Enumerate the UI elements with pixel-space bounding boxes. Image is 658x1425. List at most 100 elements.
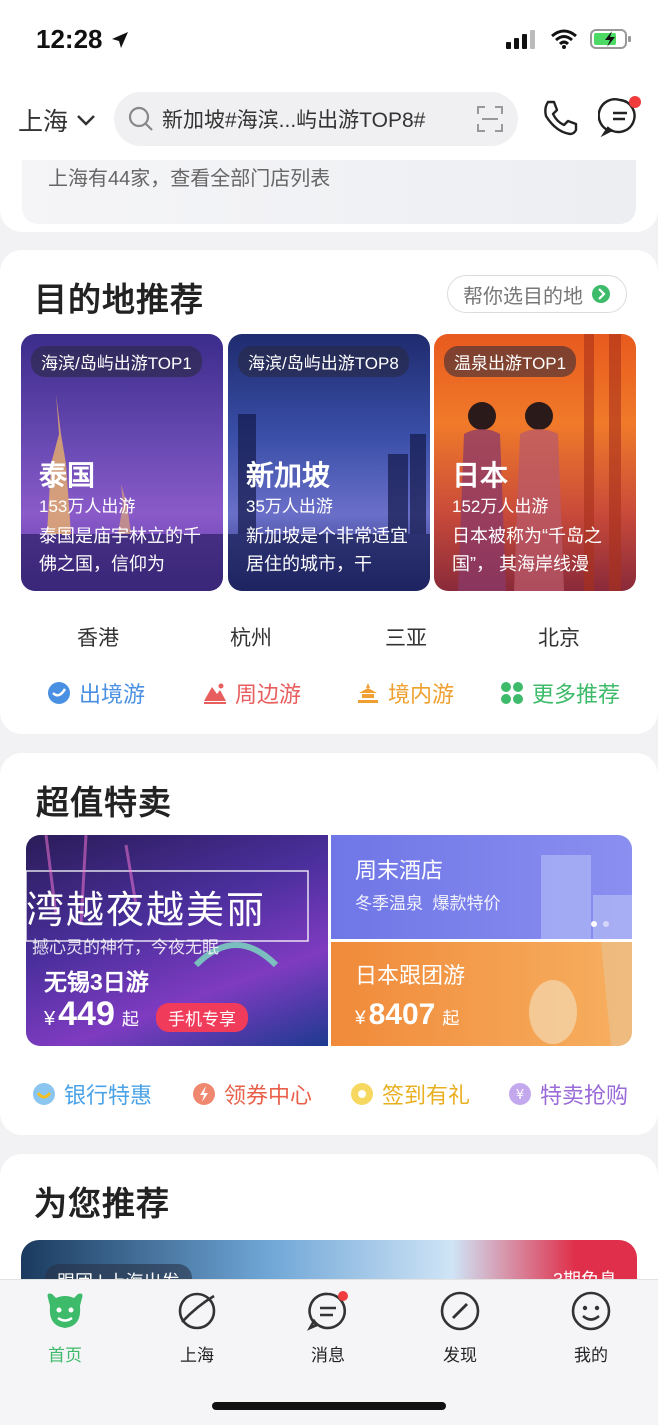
destination-description: 新加坡是个非常适宜居住的城市，干 [246,526,408,574]
tab-profile[interactable]: 我的 [551,1288,631,1366]
city-tab-sanya[interactable]: 三亚 [356,622,456,652]
category-more-recommendations[interactable]: 更多推荐 [500,677,620,709]
destinations-title: 目的地推荐 [34,281,204,318]
destination-count: 152万人出游 [452,497,549,516]
category-label: 周边游 [235,682,302,707]
compass-icon [440,1291,480,1331]
perk-label: 签到有礼 [382,1083,471,1108]
deal-tour-name: 日本跟团游 [355,963,466,988]
status-time: 12:28 [36,24,129,55]
mobile-exclusive-badge: 手机专享 [156,1003,248,1032]
deal-overlay-title: 湾越夜越美丽 [26,888,267,932]
deal-tour-price: ¥ 8407 起 [355,998,459,1032]
search-icon [128,106,153,131]
category-label: 境内游 [388,682,455,707]
mountain-icon [204,683,226,704]
city-tab-hongkong[interactable]: 香港 [48,622,148,652]
price-suffix: 起 [121,1010,139,1029]
home-cow-icon [47,1293,83,1328]
status-time-text: 12:28 [36,24,103,54]
grid-icon [501,682,523,704]
destination-tag: 海滨/岛屿出游TOP8 [238,346,409,377]
checkin-coin-icon [351,1083,373,1105]
deal-wuxi-tour[interactable]: 湾越夜越美丽 撼心灵的神行，今夜无眠 无锡3日游 ¥ 449 起 手机专享 [26,835,328,1046]
chat-bubble-icon[interactable] [598,94,646,142]
globe-icon [48,682,70,704]
deal-overlay-subtitle: 撼心灵的神行，今夜无眠 [32,938,219,957]
tab-label: 我的 [574,1346,608,1365]
city-selector[interactable]: 上海 [18,102,96,138]
deal-weekend-hotel[interactable]: 周末酒店 冬季温泉 爆款特价 [331,835,632,939]
tab-city[interactable]: 上海 [157,1288,237,1366]
destination-card-singapore[interactable]: 海滨/岛屿出游TOP8 新加坡 35万人出游 新加坡是个非常适宜居住的城市，干 [228,334,430,591]
bank-smile-icon [33,1083,55,1105]
price-currency: ¥ [44,1008,56,1030]
recommend-title: 为您推荐 [34,1185,170,1222]
search-input[interactable]: 新加坡#海滨...屿出游TOP8# [162,104,476,134]
deal-price: ¥ 449 起 [44,995,139,1034]
chevron-down-icon [77,115,95,126]
status-bar: 12:28 [0,0,658,80]
destination-card-thailand[interactable]: 海滨/岛屿出游TOP1 泰国 153万人出游 泰国是庙宇林立的千佛之国，信仰为 [21,334,223,591]
destination-name: 日本 [452,460,509,491]
arrow-right-circle-icon [592,285,610,303]
tab-home[interactable]: 首页 [25,1288,105,1366]
profile-icon [571,1291,611,1331]
perk-coupon-center[interactable]: 领券中心 [192,1078,312,1110]
home-indicator[interactable] [212,1402,446,1410]
deal-japan-tour[interactable]: 日本跟团游 ¥ 8407 起 [331,942,632,1046]
price-currency: ¥ [355,1008,366,1029]
tab-discover[interactable]: 发现 [420,1288,500,1366]
phone-icon[interactable] [538,96,582,140]
hotel-building-image [541,855,632,939]
category-label: 更多推荐 [532,682,621,707]
help-choose-label: 帮你选目的地 [463,285,583,308]
deals-title: 超值特卖 [36,784,172,821]
price-suffix: 起 [442,1009,460,1028]
city-selector-label: 上海 [18,108,69,136]
temple-icon [358,683,378,703]
destination-tag: 海滨/岛屿出游TOP1 [31,346,202,377]
city-tab-hangzhou[interactable]: 杭州 [201,622,301,652]
perk-checkin-reward[interactable]: 签到有礼 [350,1078,470,1110]
destination-description: 泰国是庙宇林立的千佛之国，信仰为 [39,526,201,574]
location-arrow-icon [111,31,128,48]
city-tab-beijing[interactable]: 北京 [509,622,609,652]
scan-icon[interactable] [476,105,504,133]
price-value: 8407 [368,998,436,1031]
category-outbound-travel[interactable]: 出境游 [47,677,145,709]
destination-count: 153万人出游 [39,497,136,516]
tab-label: 发现 [443,1346,477,1365]
destination-name: 泰国 [39,460,96,491]
price-value: 449 [58,995,115,1033]
lightning-coupon-icon [193,1083,215,1105]
perk-bank-deals[interactable]: 银行特惠 [32,1078,152,1110]
deal-hotel-name: 周末酒店 [355,858,444,883]
help-choose-destination-button[interactable]: 帮你选目的地 [447,275,627,313]
message-icon [306,1291,348,1331]
store-list-text[interactable]: 上海有44家，查看全部门店列表 [48,162,330,191]
tab-messages[interactable]: 消息 [288,1288,368,1366]
search-bar[interactable]: 新加坡#海滨...屿出游TOP8# [114,92,518,146]
svg-text:¥: ¥ [516,1088,524,1103]
destination-count: 35万人出游 [246,497,333,516]
perk-flash-sale[interactable]: ¥ 特卖抢购 [508,1078,628,1110]
top-header: 上海 新加坡#海滨...屿出游TOP8# [0,80,658,160]
category-domestic-travel[interactable]: 境内游 [356,677,454,709]
destination-name: 新加坡 [246,460,331,491]
cellular-signal-icon [506,30,535,49]
planet-icon [178,1292,216,1330]
shopping-bag-icon: ¥ [509,1083,531,1105]
destination-description: 日本被称为“千岛之国”， 其海岸线漫 [452,526,602,574]
battery-charging-icon [590,29,631,49]
perk-label: 领券中心 [224,1083,313,1108]
category-label: 出境游 [79,682,146,707]
carousel-dots [591,921,609,927]
destination-tag: 温泉出游TOP1 [444,346,577,377]
destination-card-japan[interactable]: 温泉出游TOP1 日本 152万人出游 日本被称为“千岛之国”， 其海岸线漫 [434,334,636,591]
tab-label: 消息 [311,1346,345,1365]
tab-label: 首页 [48,1346,82,1365]
category-nearby-travel[interactable]: 周边游 [203,677,301,709]
deal-hotel-subtitle: 冬季温泉 爆款特价 [355,894,501,913]
perk-label: 银行特惠 [64,1083,153,1108]
